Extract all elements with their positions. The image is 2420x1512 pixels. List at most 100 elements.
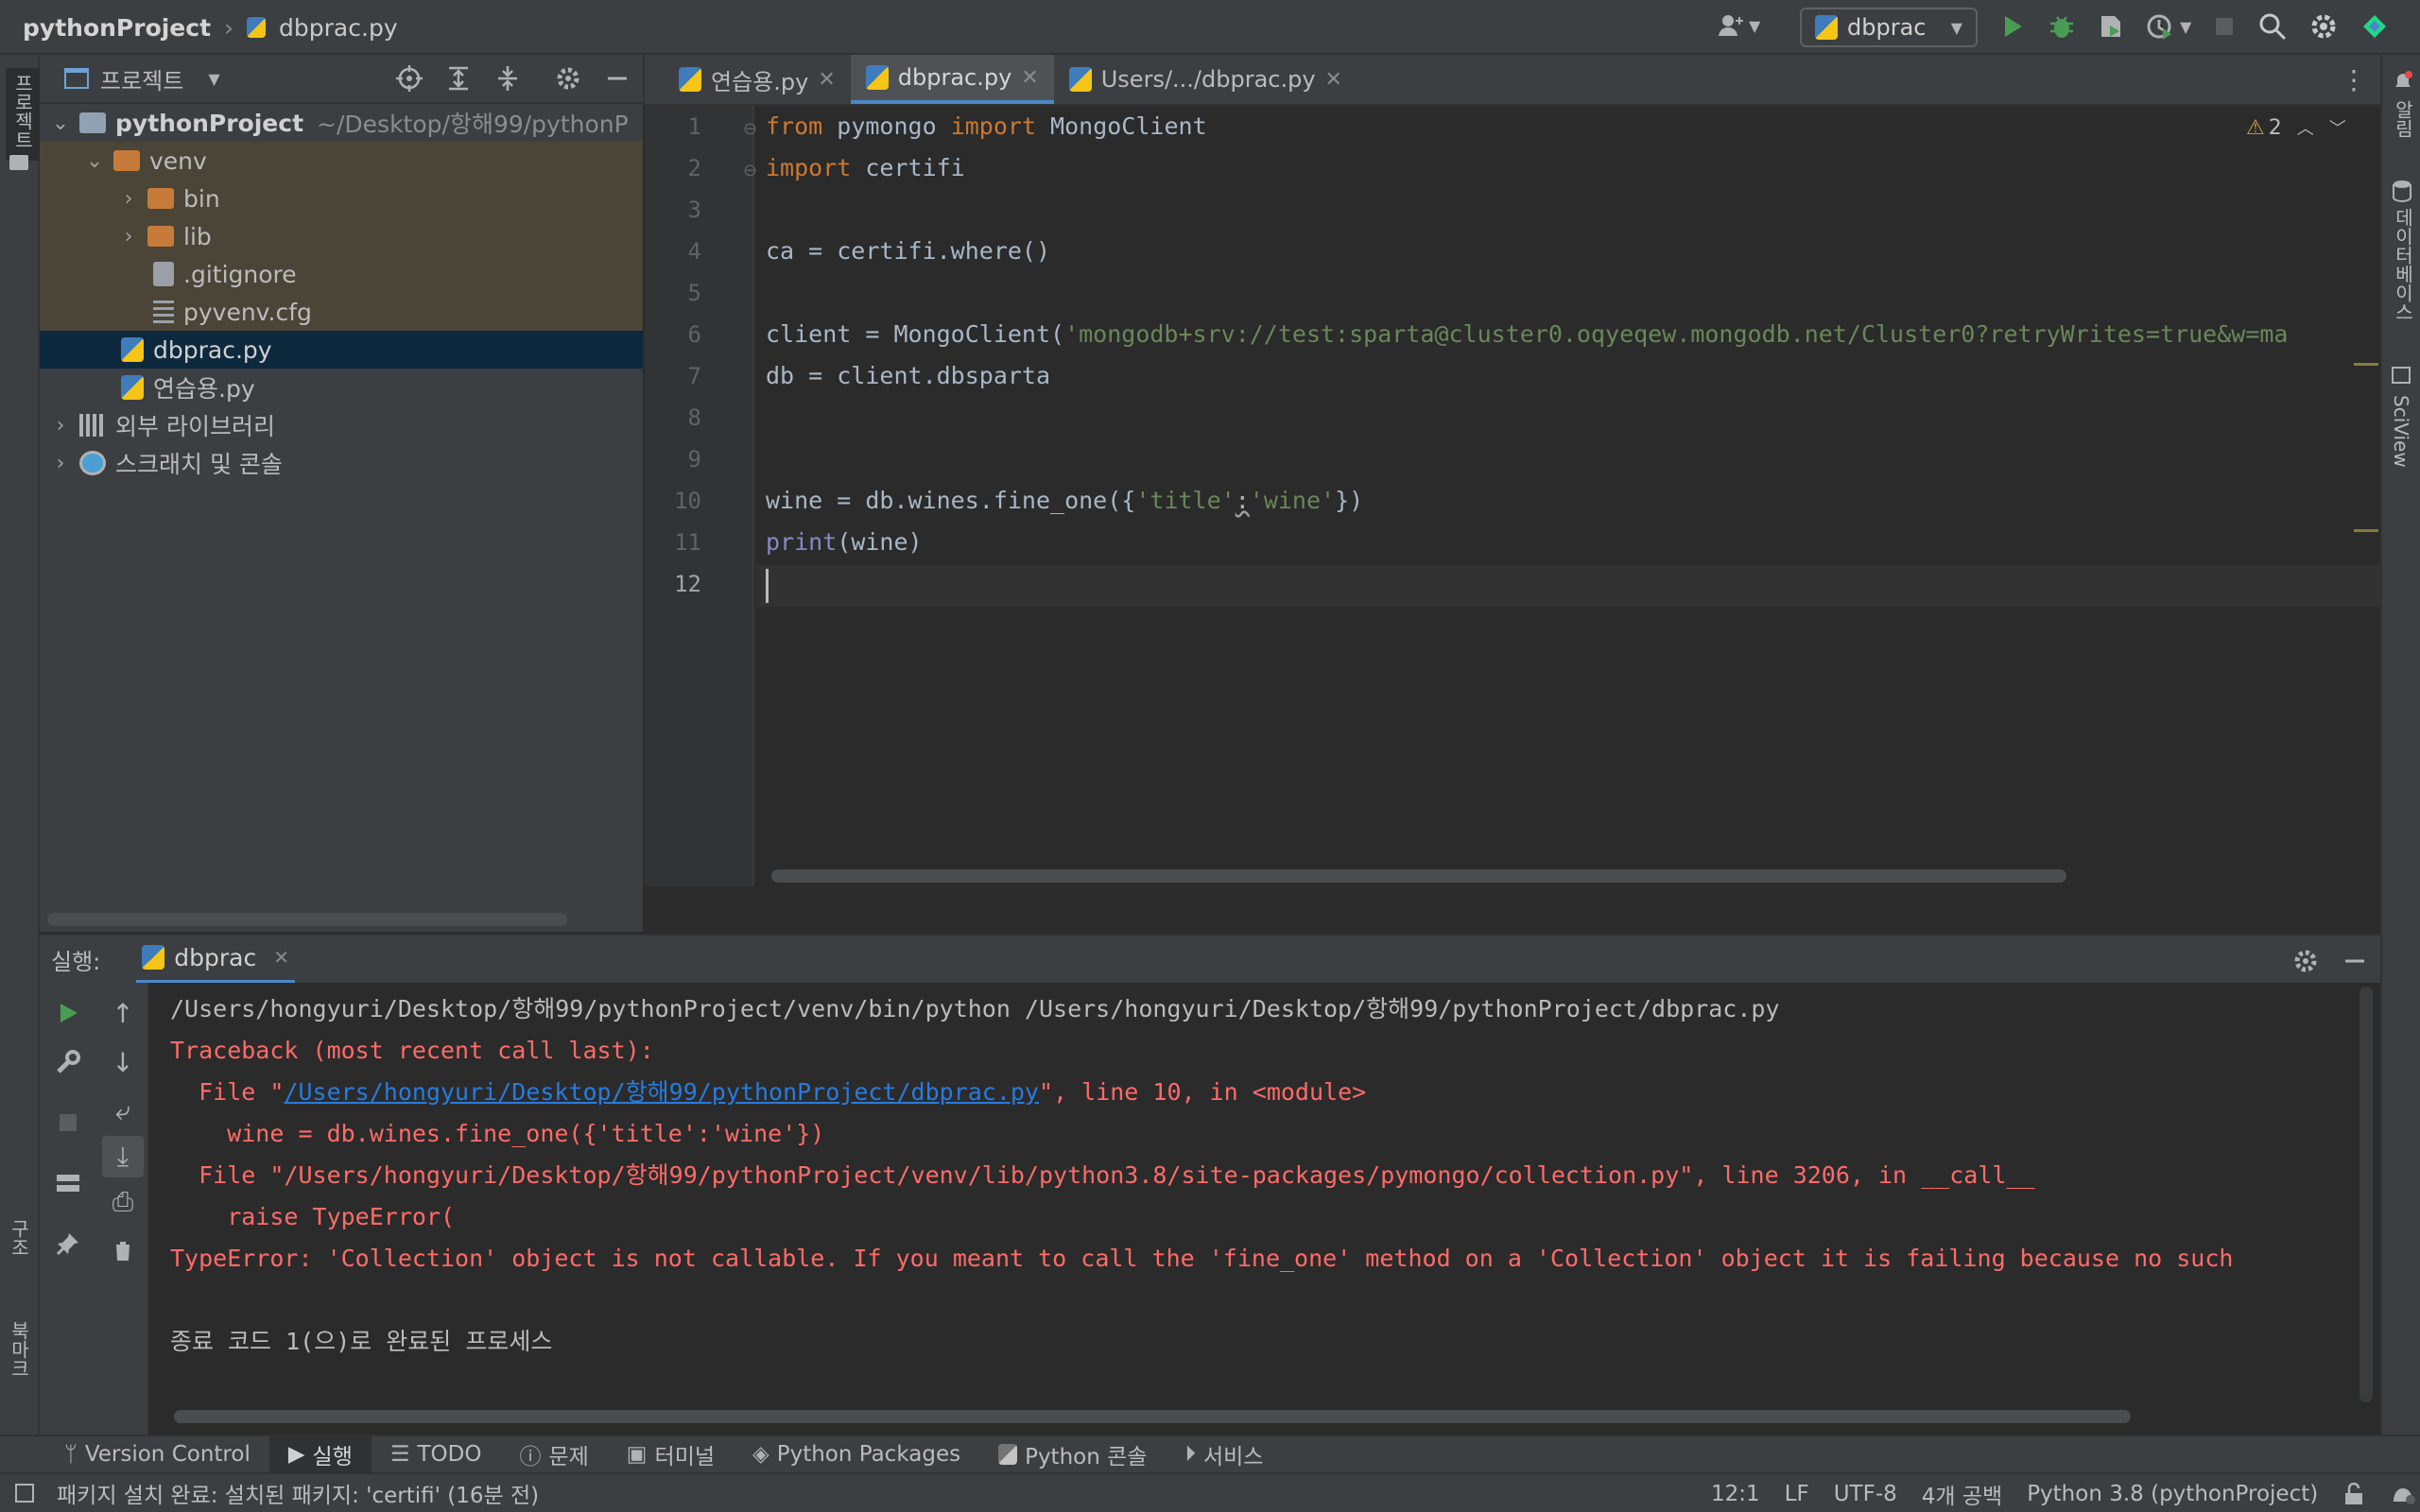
chevron-right-icon[interactable]: › bbox=[115, 187, 142, 211]
run-config-selector[interactable]: dbprac ▼ bbox=[1800, 8, 1978, 47]
trash-icon[interactable] bbox=[96, 1227, 149, 1276]
tree-item-external-libraries[interactable]: › 외부 라이브러리 bbox=[40, 406, 643, 444]
print-icon[interactable]: ⎙ bbox=[96, 1177, 149, 1227]
pin-icon[interactable] bbox=[40, 1219, 96, 1268]
inspection-widget[interactable]: ⚠ 2 ︿ ﹀ bbox=[2246, 115, 2346, 140]
keyword: import bbox=[950, 112, 1036, 140]
warning-stripe[interactable] bbox=[2354, 529, 2378, 532]
notifications-tool-button[interactable]: 알림 bbox=[2390, 100, 2420, 144]
tool-label: Python 콘솔 bbox=[1025, 1445, 1148, 1469]
hide-panel-icon[interactable] bbox=[603, 64, 631, 93]
arrow-down-icon[interactable]: ↓ bbox=[96, 1038, 149, 1087]
tool-version-control[interactable]: ᛘ Version Control bbox=[45, 1435, 269, 1473]
profile-button[interactable]: ▼ bbox=[2146, 12, 2191, 41]
search-icon[interactable] bbox=[2257, 11, 2288, 42]
sciview-tool-button[interactable]: SciView bbox=[2390, 395, 2412, 473]
gear-icon[interactable] bbox=[2291, 947, 2320, 975]
locate-file-icon[interactable] bbox=[395, 64, 424, 93]
tool-services[interactable]: ⏵ 서비스 bbox=[1166, 1435, 1282, 1473]
tree-item-label: 연습용.py bbox=[153, 375, 255, 403]
tree-item-bin[interactable]: › bin bbox=[40, 180, 643, 217]
account-button[interactable]: ▼ bbox=[1717, 11, 1760, 40]
tree-item-scratches[interactable]: › 스크래치 및 콘솔 bbox=[40, 444, 643, 482]
console-file-link[interactable]: /Users/hongyuri/Desktop/항해99/pythonProje… bbox=[284, 1078, 1039, 1106]
status-message[interactable]: 패키지 설치 완료: 설치된 패키지: 'certifi' (16분 전) bbox=[57, 1477, 539, 1509]
tab-dbprac[interactable]: dbprac.py ✕ bbox=[850, 55, 1054, 104]
close-icon[interactable]: ✕ bbox=[273, 946, 289, 969]
debug-icon[interactable] bbox=[2048, 12, 2076, 41]
expand-all-icon[interactable] bbox=[444, 64, 473, 93]
more-tabs-icon[interactable]: ⋮ bbox=[2341, 64, 2367, 95]
python-interpreter[interactable]: Python 3.8 (pythonProject) bbox=[2027, 1482, 2318, 1506]
console-text: File " bbox=[170, 1078, 285, 1106]
tool-todo[interactable]: ☰ TODO bbox=[372, 1435, 501, 1473]
close-icon[interactable]: ✕ bbox=[818, 68, 835, 92]
arrow-up-icon[interactable]: ↑ bbox=[96, 988, 149, 1038]
rerun-icon[interactable] bbox=[40, 988, 96, 1038]
indent-setting[interactable]: 4개 공백 bbox=[1922, 1478, 2002, 1510]
gear-icon[interactable] bbox=[554, 64, 582, 93]
tree-item-dbprac[interactable]: dbprac.py bbox=[40, 331, 643, 369]
scroll-to-end-icon[interactable]: ⤓ bbox=[102, 1136, 144, 1177]
warning-stripe[interactable] bbox=[2354, 363, 2378, 366]
breadcrumb-file[interactable]: dbprac.py bbox=[279, 14, 398, 42]
run-panel-header: 실행: dbprac ✕ bbox=[40, 934, 2380, 984]
tree-scrollbar[interactable] bbox=[47, 913, 567, 926]
chevron-right-icon[interactable]: › bbox=[47, 414, 74, 438]
fold-icon[interactable]: ⊖ bbox=[743, 161, 757, 180]
editor-hscrollbar[interactable] bbox=[771, 869, 2066, 883]
console-vscrollbar[interactable] bbox=[2360, 987, 2373, 1402]
close-icon[interactable]: ✕ bbox=[1021, 66, 1038, 90]
tab-users-dbprac[interactable]: Users/.../dbprac.py ✕ bbox=[1054, 55, 1357, 104]
chevron-right-icon[interactable]: › bbox=[115, 225, 142, 249]
python-file-icon bbox=[121, 375, 144, 400]
chevron-right-icon[interactable]: › bbox=[47, 452, 74, 475]
stop-icon[interactable] bbox=[40, 1098, 96, 1147]
chevron-right-icon: › bbox=[224, 13, 234, 42]
collapse-all-icon[interactable] bbox=[493, 64, 522, 93]
file-encoding[interactable]: UTF-8 bbox=[1834, 1482, 1897, 1506]
project-view-selector[interactable]: 프로젝트 ▼ bbox=[64, 62, 220, 95]
caret-position[interactable]: 12:1 bbox=[1711, 1482, 1760, 1506]
stop-icon[interactable] bbox=[2212, 14, 2237, 39]
tree-item-pyvenv[interactable]: pyvenv.cfg bbox=[40, 293, 643, 331]
tree-item-root[interactable]: ⌄ pythonProject ~/Desktop/항해99/pythonP bbox=[40, 104, 643, 142]
unlock-icon[interactable] bbox=[2342, 1483, 2365, 1505]
tab-practice[interactable]: 연습용.py ✕ bbox=[664, 55, 851, 104]
close-icon[interactable]: ✕ bbox=[1325, 68, 1342, 92]
tool-python-packages[interactable]: ◈ Python Packages bbox=[734, 1435, 979, 1473]
database-tool-button[interactable]: 데이터베이스 bbox=[2390, 208, 2420, 327]
tool-terminal[interactable]: ▣ 터미널 bbox=[608, 1435, 734, 1473]
console-hscrollbar[interactable] bbox=[174, 1410, 2131, 1423]
chevron-down-icon[interactable]: ﹀ bbox=[2329, 115, 2346, 140]
python-file-icon bbox=[865, 65, 889, 90]
notifications-icon[interactable] bbox=[2390, 1483, 2416, 1505]
chevron-up-icon[interactable]: ︿ bbox=[2297, 115, 2314, 140]
python-icon bbox=[998, 1444, 1018, 1465]
chevron-down-icon[interactable]: ⌄ bbox=[81, 149, 108, 173]
wrench-icon[interactable] bbox=[40, 1038, 96, 1087]
toggle-tool-windows-icon[interactable] bbox=[15, 1484, 34, 1503]
code-editor[interactable]: from pymongo import MongoClient import c… bbox=[756, 106, 2380, 886]
coverage-icon[interactable] bbox=[2097, 12, 2125, 41]
tree-item-lib[interactable]: › lib bbox=[40, 217, 643, 255]
breadcrumb-project[interactable]: pythonProject bbox=[23, 14, 211, 42]
fold-icon[interactable]: ⊖ bbox=[743, 119, 757, 139]
settings-icon[interactable] bbox=[2308, 11, 2339, 42]
project-folder-icon bbox=[79, 112, 106, 133]
line-number: 11 bbox=[674, 529, 701, 556]
layout-icon[interactable] bbox=[40, 1159, 96, 1208]
tree-item-practice[interactable]: 연습용.py bbox=[40, 369, 643, 406]
run-console[interactable]: /Users/hongyuri/Desktop/항해99/pythonProje… bbox=[149, 983, 2352, 1435]
tool-run[interactable]: ▶ 실행 bbox=[268, 1435, 372, 1473]
tool-python-console[interactable]: Python 콘솔 bbox=[979, 1435, 1166, 1473]
tree-item-gitignore[interactable]: .gitignore bbox=[40, 255, 643, 293]
run-icon[interactable] bbox=[1998, 12, 2027, 41]
chevron-down-icon[interactable]: ⌄ bbox=[47, 112, 74, 135]
soft-wrap-icon[interactable]: ⤶ bbox=[96, 1087, 149, 1136]
minimize-icon[interactable] bbox=[2341, 947, 2369, 975]
tool-problems[interactable]: ⓘ 문제 bbox=[500, 1435, 607, 1473]
run-tab-dbprac[interactable]: dbprac ✕ bbox=[136, 935, 295, 984]
line-separator[interactable]: LF bbox=[1785, 1482, 1809, 1506]
tree-item-venv[interactable]: ⌄ venv bbox=[40, 142, 643, 180]
